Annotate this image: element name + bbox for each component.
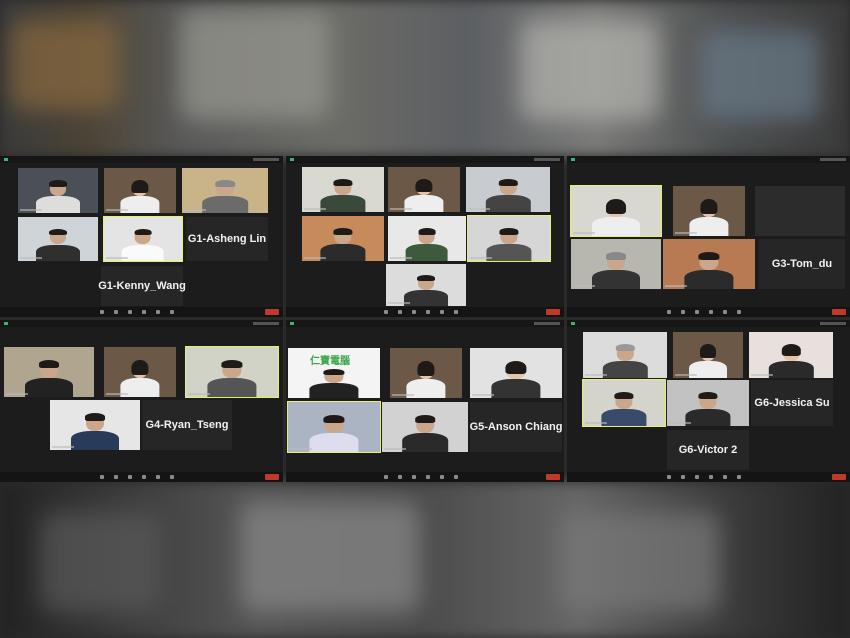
name-tile[interactable]: G1-Kenny_Wang: [98, 266, 186, 306]
video-tile[interactable]: [104, 168, 176, 213]
participant-name: G1-Kenny_Wang: [98, 280, 186, 292]
video-tile[interactable]: [388, 167, 460, 212]
blurred-background-bottom: [0, 482, 850, 638]
window-titlebar: [0, 320, 283, 327]
video-tile[interactable]: 仁寶電腦: [288, 348, 380, 398]
participant-name: G4-Ryan_Tseng: [145, 419, 229, 431]
window-titlebar: [286, 156, 564, 163]
video-tile[interactable]: [663, 239, 755, 289]
video-tile-active-speaker[interactable]: [467, 215, 551, 262]
participant-name: G5-Anson Chiang: [469, 421, 563, 433]
video-tile[interactable]: [50, 400, 140, 450]
video-tile[interactable]: [386, 264, 466, 306]
video-tile[interactable]: [302, 216, 384, 261]
video-tile[interactable]: [749, 332, 833, 378]
name-tile[interactable]: G4-Ryan_Tseng: [142, 400, 232, 450]
participant-name: G1-Asheng Lin: [187, 233, 267, 245]
video-tile-active-speaker[interactable]: [103, 216, 183, 262]
meeting-panel-g6: G6-Jessica Su G6-Victor 2: [567, 320, 850, 482]
video-tile-active-speaker[interactable]: [570, 185, 662, 237]
video-tile[interactable]: [755, 186, 845, 236]
name-tile[interactable]: G5-Anson Chiang: [470, 402, 562, 452]
name-tile[interactable]: G3-Tom_du: [759, 239, 845, 289]
leave-button[interactable]: [546, 474, 560, 480]
video-tile[interactable]: [466, 167, 550, 212]
participant-name: G6-Jessica Su: [754, 397, 830, 409]
participant-name: G6-Victor 2: [678, 444, 738, 456]
meeting-toolbar: [567, 472, 850, 482]
video-tile-active-speaker[interactable]: [287, 401, 381, 453]
video-tile[interactable]: [571, 239, 661, 289]
window-titlebar: [286, 320, 564, 327]
meeting-panel-g2: [286, 156, 564, 317]
name-tile[interactable]: G6-Victor 2: [667, 430, 749, 470]
leave-button[interactable]: [832, 474, 846, 480]
meeting-toolbar: [567, 307, 850, 317]
meeting-panel-g3: G3-Tom_du: [567, 156, 850, 317]
meeting-toolbar: [286, 472, 564, 482]
video-tile[interactable]: [182, 168, 268, 213]
video-tile[interactable]: [470, 348, 562, 398]
blurred-background-top: [0, 0, 850, 156]
meeting-panel-g5: 仁寶電腦 G5-Anson Chiang: [286, 320, 564, 482]
video-tile[interactable]: [382, 402, 468, 452]
video-tile[interactable]: [390, 348, 462, 398]
video-tile[interactable]: [673, 186, 745, 236]
name-tile[interactable]: G1-Asheng Lin: [186, 217, 268, 261]
video-tile[interactable]: [4, 347, 94, 397]
video-tile-active-speaker[interactable]: [185, 346, 279, 398]
leave-button[interactable]: [832, 309, 846, 315]
video-tile[interactable]: [18, 217, 98, 261]
participant-name: G3-Tom_du: [771, 258, 833, 270]
video-tile[interactable]: [18, 168, 98, 213]
video-tile[interactable]: [583, 332, 667, 378]
window-titlebar: [0, 156, 283, 163]
window-titlebar: [567, 320, 850, 327]
video-tile[interactable]: [667, 380, 749, 426]
video-tile[interactable]: [673, 332, 743, 378]
video-tile[interactable]: [388, 216, 466, 261]
name-tile[interactable]: G6-Jessica Su: [751, 380, 833, 426]
company-logo: 仁寶電腦: [310, 356, 350, 367]
video-tile-active-speaker[interactable]: [582, 379, 666, 427]
meeting-toolbar: [286, 307, 564, 317]
window-titlebar: [567, 156, 850, 163]
video-tile[interactable]: [302, 167, 384, 212]
meeting-panel-g1: G1-Asheng Lin G1-Kenny_Wang: [0, 156, 283, 317]
meeting-panel-g4: G4-Ryan_Tseng: [0, 320, 283, 482]
leave-button[interactable]: [265, 474, 279, 480]
leave-button[interactable]: [265, 309, 279, 315]
leave-button[interactable]: [546, 309, 560, 315]
video-tile[interactable]: [104, 347, 176, 397]
meeting-toolbar: [0, 472, 283, 482]
meeting-toolbar: [0, 307, 283, 317]
